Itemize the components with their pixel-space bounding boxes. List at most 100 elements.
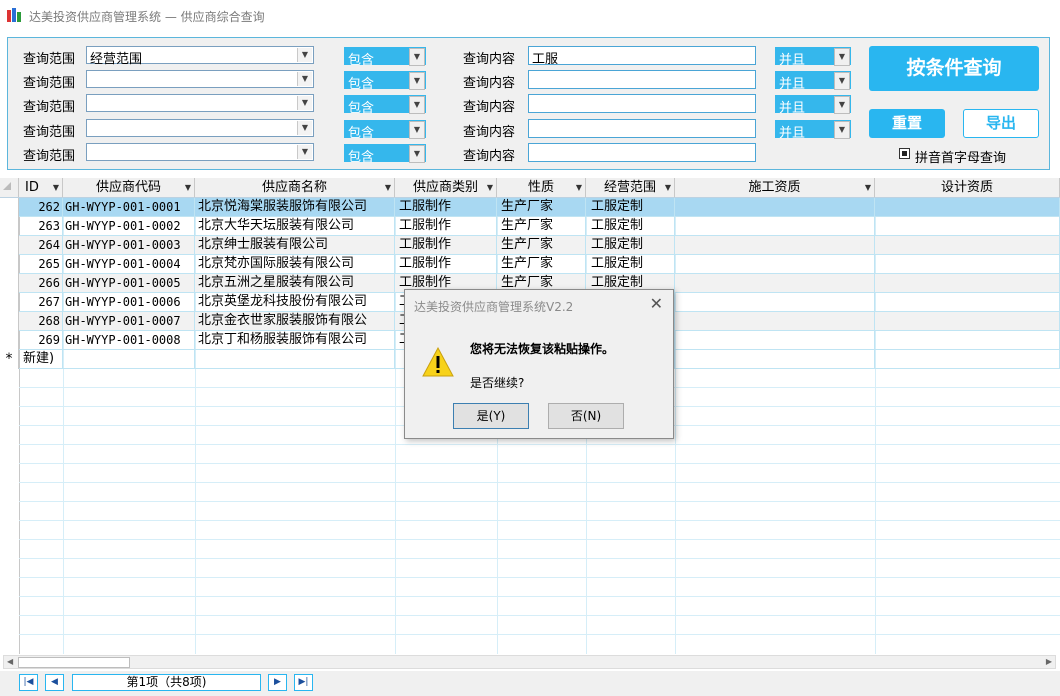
cell-design[interactable] (875, 293, 1060, 312)
col-header-id[interactable]: ID ▼ (19, 178, 63, 197)
next-record-icon[interactable]: ▶ (268, 674, 287, 691)
range-select[interactable]: 经营范围 ▼ (86, 46, 314, 67)
cell-category[interactable]: 工服制作 (395, 236, 497, 255)
row-selector[interactable] (0, 293, 19, 312)
table-row[interactable]: 263 GH-WYYP-001-0002 北京大华天坛服装有限公司 工服制作 生… (0, 217, 1060, 236)
row-selector[interactable] (0, 331, 19, 350)
close-icon[interactable]: ✕ (650, 294, 663, 313)
logic-select[interactable]: 并且 ▼ (775, 95, 851, 116)
pinyin-checkbox[interactable] (899, 148, 910, 159)
scroll-thumb[interactable] (18, 657, 130, 668)
dropdown-arrow-icon[interactable]: ▼ (834, 48, 850, 66)
cell-nature[interactable]: 生产厂家 (497, 236, 586, 255)
cell-nature[interactable]: 生产厂家 (497, 255, 586, 274)
col-header-name[interactable]: 供应商名称 ▼ (195, 178, 395, 197)
cell-id[interactable]: 267 (19, 293, 63, 312)
col-header-scope[interactable]: 经营范围 ▼ (586, 178, 675, 197)
cell-id[interactable]: 262 (19, 198, 63, 217)
dropdown-arrow-icon[interactable]: ▼ (297, 48, 312, 62)
cell-scope[interactable]: 工服定制 (586, 236, 675, 255)
dropdown-arrow-icon[interactable]: ▼ (665, 178, 671, 197)
table-row[interactable]: 262 GH-WYYP-001-0001 北京悦海棠服装服饰有限公司 工服制作 … (0, 198, 1060, 217)
cell-id[interactable]: 269 (19, 331, 63, 350)
cell-category[interactable]: 工服制作 (395, 255, 497, 274)
cell-code[interactable]: GH-WYYP-001-0002 (63, 217, 195, 236)
cell-code[interactable] (63, 350, 195, 369)
dropdown-arrow-icon[interactable]: ▼ (834, 72, 850, 90)
row-selector[interactable] (0, 217, 19, 236)
cell-name[interactable]: 北京五洲之星服装有限公司 (195, 274, 395, 293)
horizontal-scrollbar[interactable]: ◀ ▶ (3, 655, 1056, 669)
range-select[interactable]: ▼ (86, 119, 314, 137)
dropdown-arrow-icon[interactable]: ▼ (409, 48, 425, 66)
dropdown-arrow-icon[interactable]: ▼ (409, 96, 425, 114)
dropdown-arrow-icon[interactable]: ▼ (576, 178, 582, 197)
cell-construction[interactable] (675, 331, 875, 350)
cell-construction[interactable] (675, 198, 875, 217)
operator-select[interactable]: 包含 ▼ (344, 47, 426, 68)
col-header-category[interactable]: 供应商类别 ▼ (395, 178, 497, 197)
query-button[interactable]: 按条件查询 (869, 46, 1039, 91)
content-input[interactable]: 工服 (528, 46, 756, 67)
dropdown-arrow-icon[interactable]: ▼ (53, 178, 59, 197)
yes-button[interactable]: 是(Y) (453, 403, 529, 429)
first-record-icon[interactable]: |◀ (19, 674, 38, 691)
cell-id[interactable]: 265 (19, 255, 63, 274)
operator-select[interactable]: 包含 ▼ (344, 71, 426, 92)
cell-design[interactable] (875, 331, 1060, 350)
row-selector[interactable] (0, 255, 19, 274)
range-select[interactable]: ▼ (86, 143, 314, 161)
cell-name[interactable] (195, 350, 395, 369)
col-header-construction[interactable]: 施工资质 ▼ (675, 178, 875, 197)
cell-construction[interactable] (675, 312, 875, 331)
new-row-label[interactable]: 新建) (19, 350, 63, 369)
scroll-left-icon[interactable]: ◀ (7, 656, 13, 668)
dropdown-arrow-icon[interactable]: ▼ (865, 178, 871, 197)
range-select[interactable]: ▼ (86, 94, 314, 112)
cell-code[interactable]: GH-WYYP-001-0001 (63, 198, 195, 217)
col-header-design[interactable]: 设计资质 (875, 178, 1060, 197)
select-all-corner[interactable] (0, 178, 19, 197)
dropdown-arrow-icon[interactable]: ▼ (297, 72, 312, 86)
operator-select[interactable]: 包含 ▼ (344, 95, 426, 116)
reset-button[interactable]: 重置 (869, 109, 945, 138)
cell-name[interactable]: 北京英堡龙科技股份有限公司 (195, 293, 395, 312)
dropdown-arrow-icon[interactable]: ▼ (834, 121, 850, 139)
range-select[interactable]: ▼ (86, 70, 314, 88)
cell-code[interactable]: GH-WYYP-001-0004 (63, 255, 195, 274)
cell-id[interactable]: 263 (19, 217, 63, 236)
dropdown-arrow-icon[interactable]: ▼ (409, 72, 425, 90)
dropdown-arrow-icon[interactable]: ▼ (409, 121, 425, 139)
cell-construction[interactable] (675, 274, 875, 293)
dropdown-arrow-icon[interactable]: ▼ (297, 96, 312, 110)
content-input[interactable] (528, 70, 756, 89)
cell-scope[interactable]: 工服定制 (586, 255, 675, 274)
cell-nature[interactable]: 生产厂家 (497, 217, 586, 236)
operator-select[interactable]: 包含 ▼ (344, 144, 426, 165)
col-header-nature[interactable]: 性质 ▼ (497, 178, 586, 197)
cell-construction[interactable] (675, 255, 875, 274)
record-indicator[interactable]: 第1项（共8项) (72, 674, 261, 691)
cell-construction[interactable] (675, 350, 875, 369)
cell-design[interactable] (875, 217, 1060, 236)
cell-id[interactable]: 264 (19, 236, 63, 255)
dropdown-arrow-icon[interactable]: ▼ (297, 121, 312, 135)
cell-design[interactable] (875, 274, 1060, 293)
last-record-icon[interactable]: ▶| (294, 674, 313, 691)
cell-design[interactable] (875, 198, 1060, 217)
cell-name[interactable]: 北京绅士服装有限公司 (195, 236, 395, 255)
cell-construction[interactable] (675, 236, 875, 255)
cell-name[interactable]: 北京大华天坛服装有限公司 (195, 217, 395, 236)
cell-design[interactable] (875, 236, 1060, 255)
cell-name[interactable]: 北京丁和杨服装服饰有限公司 (195, 331, 395, 350)
cell-design[interactable] (875, 350, 1060, 369)
dropdown-arrow-icon[interactable]: ▼ (409, 145, 425, 163)
cell-code[interactable]: GH-WYYP-001-0007 (63, 312, 195, 331)
content-input[interactable] (528, 119, 756, 138)
content-input[interactable] (528, 94, 756, 113)
export-button[interactable]: 导出 (963, 109, 1039, 138)
logic-select[interactable]: 并且 ▼ (775, 47, 851, 68)
operator-select[interactable]: 包含 ▼ (344, 120, 426, 141)
row-selector[interactable] (0, 236, 19, 255)
content-input[interactable] (528, 143, 756, 162)
